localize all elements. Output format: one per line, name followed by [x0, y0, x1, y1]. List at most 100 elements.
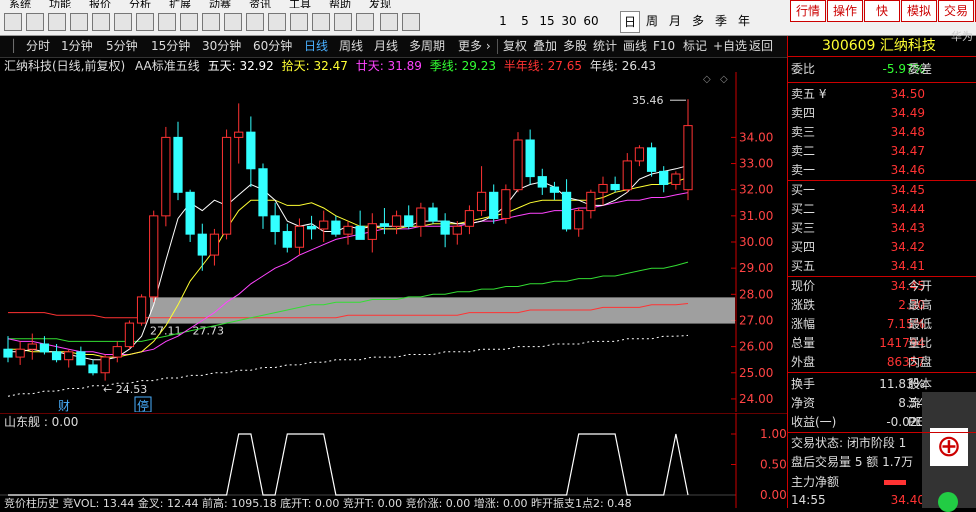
period-item-9[interactable]: 多周期: [409, 36, 445, 57]
period-item-15[interactable]: 画线: [623, 36, 647, 57]
f5-icon[interactable]: [380, 13, 398, 31]
ask-level-1[interactable]: 卖一 34.46: [788, 161, 976, 180]
period-button-0[interactable]: 日: [620, 11, 640, 33]
menu-item-3[interactable]: 分析: [129, 0, 151, 8]
top-right-button-0[interactable]: 行情: [790, 0, 826, 22]
candle[interactable]: [646, 142, 657, 177]
stat-row-4[interactable]: 外盘 86357 内盘: [788, 353, 976, 372]
candlestick-chart[interactable]: 34.00 33.00 32.00 31.00 30.00 29.00 28.00 27.00…: [0, 72, 787, 412]
bid-level-5[interactable]: 买五 34.41: [788, 257, 976, 276]
period-button-2[interactable]: 月: [666, 11, 684, 31]
candle[interactable]: [100, 354, 110, 381]
candle[interactable]: [197, 223, 207, 271]
finance-marker[interactable]: 财: [58, 399, 70, 412]
period-item-19[interactable]: 返回: [749, 36, 773, 57]
period-bar-left-handle[interactable]: │: [10, 36, 17, 57]
candle[interactable]: [404, 205, 414, 229]
candle[interactable]: [124, 320, 135, 350]
period-button-4[interactable]: 季: [712, 11, 730, 31]
candle[interactable]: [270, 202, 280, 245]
candle[interactable]: [306, 215, 317, 240]
candle[interactable]: [185, 189, 195, 242]
f10-icon[interactable]: [158, 13, 176, 31]
period-button-5[interactable]: 年: [735, 11, 753, 31]
refresh-icon[interactable]: [402, 13, 420, 31]
period-item-2[interactable]: 5分钟: [106, 36, 138, 57]
period-item-6[interactable]: 日线: [304, 36, 328, 57]
candle[interactable]: [622, 153, 632, 193]
menu-item-7[interactable]: 工具: [289, 0, 311, 8]
candle[interactable]: [64, 349, 74, 368]
indicator-name[interactable]: AA标准五线: [135, 59, 200, 73]
candle[interactable]: [3, 336, 13, 363]
weibi-row[interactable]: 委比 -5.97% 委差: [788, 60, 976, 79]
period-item-18[interactable]: +自选: [713, 36, 747, 57]
candle[interactable]: [610, 176, 620, 193]
forward-icon[interactable]: [26, 13, 44, 31]
menu-item-8[interactable]: 帮助: [329, 0, 351, 8]
candle[interactable]: [549, 181, 560, 201]
menu-item-5[interactable]: 动赛: [209, 0, 231, 8]
menu-item-0[interactable]: 系统: [9, 0, 31, 8]
ask-level-5[interactable]: 卖五 ¥ 34.50: [788, 85, 976, 104]
minute-15-button[interactable]: 15: [537, 11, 557, 31]
candle[interactable]: [149, 210, 159, 303]
period-item-14[interactable]: 统计: [593, 36, 617, 57]
candle[interactable]: [88, 359, 98, 376]
back-icon[interactable]: [4, 13, 22, 31]
candle[interactable]: [574, 208, 584, 237]
period-item-4[interactable]: 30分钟: [202, 36, 241, 57]
candle[interactable]: [331, 215, 341, 237]
candle[interactable]: [221, 129, 232, 240]
candle[interactable]: [367, 213, 377, 253]
candles-icon[interactable]: [136, 13, 154, 31]
candle[interactable]: [294, 218, 305, 256]
chart-collapse-icon[interactable]: ◇: [720, 74, 728, 85]
halt-marker[interactable]: 停: [137, 398, 149, 412]
candle[interactable]: [416, 202, 426, 237]
period-item-5[interactable]: 60分钟: [253, 36, 292, 57]
floating-widget[interactable]: ⊕: [922, 392, 976, 512]
bid-level-1[interactable]: 买一 34.45: [788, 181, 976, 200]
period-item-12[interactable]: 叠加: [533, 36, 557, 57]
period-button-1[interactable]: 周: [643, 11, 661, 31]
grid-icon[interactable]: [268, 13, 286, 31]
candle[interactable]: [379, 208, 390, 235]
crosshair-icon[interactable]: ⊕: [930, 428, 968, 466]
candle[interactable]: [598, 176, 608, 206]
period-item-7[interactable]: 周线: [339, 36, 363, 57]
candle[interactable]: [513, 132, 523, 193]
rsi-icon[interactable]: [290, 13, 308, 31]
candle[interactable]: [659, 166, 669, 193]
period-item-1[interactable]: 1分钟: [61, 36, 93, 57]
candle[interactable]: [561, 179, 572, 232]
candle[interactable]: [112, 341, 122, 363]
candle[interactable]: [173, 121, 183, 201]
period-item-16[interactable]: F10: [653, 36, 675, 57]
menu-item-6[interactable]: 资讯: [249, 0, 271, 8]
minute-1-button[interactable]: 1: [493, 11, 513, 31]
candle[interactable]: [343, 221, 353, 245]
candle[interactable]: [15, 341, 25, 365]
period-item-3[interactable]: 15分钟: [151, 36, 190, 57]
candle[interactable]: [209, 228, 220, 266]
minute-5-button[interactable]: 5: [515, 11, 535, 31]
candle[interactable]: [501, 184, 511, 224]
crosshair-icon[interactable]: [334, 13, 352, 31]
up-icon[interactable]: [48, 13, 66, 31]
menu-item-2[interactable]: 报价: [89, 0, 111, 8]
stat-row-2[interactable]: 涨幅 7.15% 最低: [788, 315, 976, 334]
period-item-13[interactable]: 多股: [563, 36, 587, 57]
fz-icon[interactable]: [224, 13, 242, 31]
top-right-button-3[interactable]: 模拟: [901, 0, 937, 22]
zoom-out-icon[interactable]: [114, 13, 132, 31]
candle[interactable]: [391, 210, 402, 235]
candle[interactable]: [246, 116, 256, 188]
stock-header[interactable]: 300609 汇纳科技 华为: [788, 30, 976, 56]
candle[interactable]: [489, 184, 499, 224]
candle[interactable]: [452, 221, 462, 245]
candle[interactable]: [136, 294, 147, 326]
period-item-0[interactable]: 分时: [26, 36, 50, 57]
menu-item-4[interactable]: 扩展: [169, 0, 191, 8]
fund-icon[interactable]: [246, 13, 264, 31]
